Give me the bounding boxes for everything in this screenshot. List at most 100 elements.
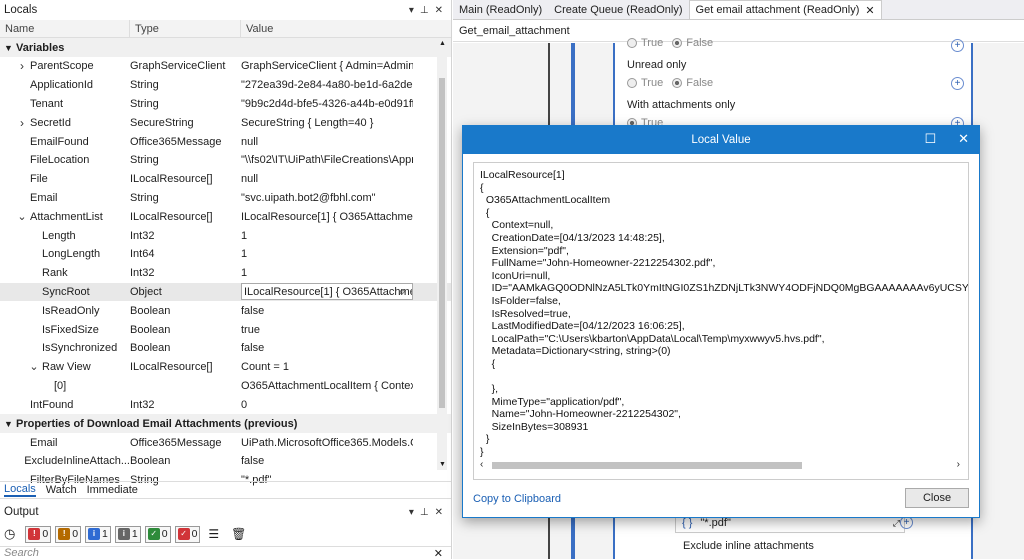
radio-false[interactable] — [672, 38, 683, 49]
row-name: Email — [30, 436, 58, 449]
row-name: ExcludeInlineAttach... — [24, 455, 130, 468]
magnifier-icon[interactable]: ⌕ — [399, 284, 406, 299]
locals-row[interactable]: EmailFound Office365Message null — [0, 132, 451, 151]
close-icon[interactable]: ✕ — [958, 131, 969, 147]
close-icon[interactable]: ✕ — [434, 547, 443, 560]
search-input[interactable]: Search — [4, 547, 39, 559]
locals-row[interactable]: IsReadOnly Boolean false — [0, 301, 451, 320]
chevron-down-icon[interactable]: ▾ — [409, 5, 414, 16]
warning-icon: ! — [58, 528, 71, 540]
count: 0 — [191, 528, 198, 540]
clock-icon[interactable]: ◷ — [4, 526, 15, 542]
row-value: ILocalResource[1] { O365AttachmentLoca — [241, 283, 413, 301]
column-name[interactable]: Name — [0, 20, 130, 37]
locals-row[interactable]: Email String "svc.uipath.bot2@fbhl.com" — [0, 189, 451, 208]
output-filter-info[interactable]: i1 — [85, 525, 111, 543]
locals-header: Locals ▾ ⊥ ✕ — [0, 0, 451, 20]
chevron-right-icon[interactable]: › — [16, 59, 28, 73]
row-value: SecureString { Length=40 } — [241, 117, 413, 129]
locals-row[interactable]: › SecretId SecureString SecureString { Leng… — [0, 113, 451, 132]
scroll-thumb[interactable] — [439, 78, 445, 408]
tab-get-email-attachment[interactable]: Get email attachment (ReadOnly) ✕ — [688, 0, 882, 19]
close-icon[interactable]: ✕ — [435, 507, 443, 518]
locals-row[interactable]: IsFixedSize Boolean true — [0, 320, 451, 339]
output-filter-verbose[interactable]: ✓ 0 — [174, 525, 201, 543]
copy-to-clipboard-link[interactable]: Copy to Clipboard — [473, 493, 561, 505]
output-filter-error[interactable]: ! 0 — [25, 525, 52, 543]
close-icon[interactable]: ✕ — [435, 5, 443, 16]
trash-icon[interactable]: 🗑 — [231, 527, 246, 541]
output-filter-warning[interactable]: ! 0 — [55, 525, 82, 543]
locals-row[interactable]: Email Office365Message UiPath.MicrosoftOff… — [0, 433, 451, 452]
locals-row[interactable]: › ParentScope GraphServiceClient GraphServi… — [0, 57, 451, 76]
row-type: Int32 — [130, 267, 155, 280]
tab-main[interactable]: Main (ReadOnly) — [453, 0, 548, 19]
chevron-down-icon[interactable]: ▾ — [409, 507, 414, 518]
section-variables[interactable]: ▼ Variables — [0, 38, 451, 57]
braces-icon[interactable]: { } — [682, 517, 692, 529]
locals-row[interactable]: LongLength Int64 1 — [0, 245, 451, 264]
locals-row[interactable]: IsSynchronized Boolean false — [0, 339, 451, 358]
locals-row[interactable]: Length Int32 1 — [0, 226, 451, 245]
scroll-up-icon[interactable]: ▲ — [439, 40, 446, 47]
row-value: "\\fs02\IT\UiPath\FileCreations\Apprai..… — [241, 154, 413, 166]
chevron-right-icon[interactable]: › — [957, 459, 960, 470]
locals-row[interactable]: IntFound Int32 0 — [0, 395, 451, 414]
scroll-thumb[interactable] — [492, 462, 802, 469]
radio-group-unread: True False — [627, 77, 713, 89]
locals-row[interactable]: ExcludeInlineAttach... Boolean false — [0, 452, 451, 471]
column-value[interactable]: Value — [241, 20, 437, 37]
chevron-right-icon[interactable]: › — [16, 116, 28, 130]
locals-row[interactable]: ⌄ AttachmentList ILocalResource[] ILocalRes… — [0, 207, 451, 226]
column-type[interactable]: Type — [130, 20, 241, 37]
locals-row[interactable]: [0] O365AttachmentLocalItem { Context=nu — [0, 377, 451, 396]
radio-false[interactable] — [672, 78, 683, 89]
tab-create-queue[interactable]: Create Queue (ReadOnly) — [548, 0, 688, 19]
locals-row[interactable]: ⌄ Raw View ILocalResource[] Count = 1 — [0, 358, 451, 377]
chevron-down-icon[interactable]: ⌄ — [28, 362, 40, 373]
locals-row[interactable]: FileLocation String "\\fs02\IT\UiPath\File… — [0, 151, 451, 170]
chevron-down-icon[interactable]: ⌄ — [16, 211, 28, 222]
maximize-icon[interactable]: ☐ — [924, 131, 936, 147]
radio-true[interactable] — [627, 78, 637, 89]
pin-icon[interactable]: ⊥ — [420, 5, 429, 16]
locals-row[interactable]: SyncRoot Object ILocalResource[1] { O365At… — [0, 282, 451, 302]
breadcrumb[interactable]: Get_email_attachment — [453, 20, 1024, 42]
chevron-down-icon[interactable]: ▼ — [4, 43, 16, 53]
plus-icon[interactable]: + — [951, 77, 964, 90]
plus-icon[interactable]: + — [951, 39, 964, 52]
dialog-title-bar: Local Value ☐ ✕ — [463, 126, 979, 154]
close-button[interactable]: Close — [905, 488, 969, 508]
radio-group-top: True False — [627, 37, 713, 49]
output-filter-trace[interactable]: i1 — [114, 525, 141, 543]
locals-scrollbar[interactable]: ▲ ▼ — [437, 38, 447, 470]
horizontal-scrollbar[interactable]: ‹ › — [480, 459, 960, 471]
pin-icon[interactable]: ⊥ — [420, 507, 429, 518]
scroll-down-icon[interactable]: ▼ — [439, 461, 446, 468]
row-type: Int32 — [130, 398, 155, 411]
tab-immediate[interactable]: Immediate — [87, 484, 138, 496]
expand-icon[interactable]: ⤢ — [893, 518, 900, 529]
chevron-left-icon[interactable]: ‹ — [480, 459, 483, 470]
value-text-area[interactable]: ILocalResource[1] { O365AttachmentLocalI… — [473, 162, 969, 480]
filter-list-icon[interactable]: ☰ — [208, 527, 219, 541]
tab-locals[interactable]: Locals — [4, 483, 36, 497]
row-value-text: ILocalResource[1] { O365AttachmentL... — [241, 210, 413, 223]
row-value: false — [241, 342, 413, 354]
output-filter-success[interactable]: ✓ 0 — [144, 525, 171, 543]
row-type: Int64 — [130, 248, 155, 261]
chevron-down-icon[interactable]: ▼ — [4, 419, 16, 429]
locals-row[interactable]: Tenant String "9b9c2d4d-bfe5-4326-a44b-e0d… — [0, 95, 451, 114]
radio-true[interactable] — [627, 38, 637, 49]
row-name: Length — [42, 229, 76, 242]
locals-row[interactable]: Rank Int32 1 — [0, 264, 451, 283]
locals-row[interactable]: File ILocalResource[] null — [0, 170, 451, 189]
tab-watch[interactable]: Watch — [46, 484, 77, 496]
row-value: "svc.uipath.bot2@fbhl.com" — [241, 192, 413, 204]
row-name-cell: IsSynchronized — [0, 342, 130, 354]
close-icon[interactable]: ✕ — [865, 4, 874, 17]
section-properties[interactable]: ▼ Properties of Download Email Attachmen… — [0, 414, 451, 434]
row-value-text: O365AttachmentLocalItem { Context=nu — [241, 379, 413, 392]
row-type: String — [130, 97, 159, 110]
locals-row[interactable]: ApplicationId String "272ea39d-2e84-4a80-b… — [0, 76, 451, 95]
